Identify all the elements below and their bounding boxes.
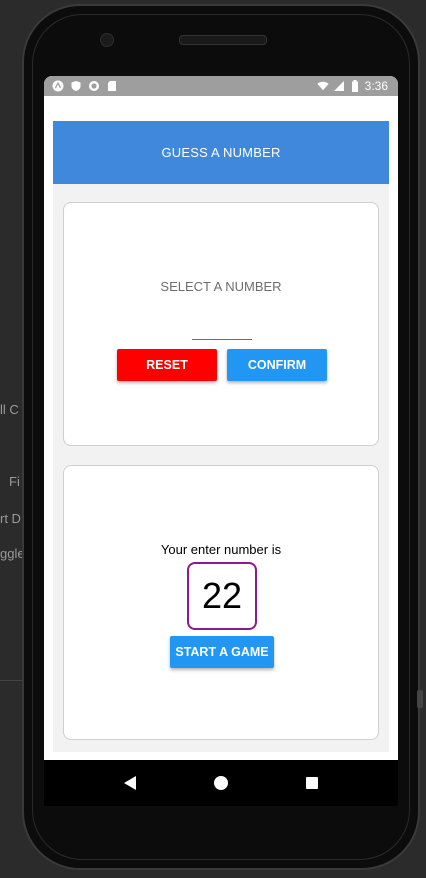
background-text: ggle <box>0 546 25 561</box>
page-title: GUESS A NUMBER <box>161 145 281 160</box>
shield-icon <box>70 80 82 92</box>
result-card: Your enter number is 22 START A GAME <box>63 465 379 740</box>
sdcard-icon <box>106 80 118 92</box>
back-icon[interactable] <box>120 773 140 793</box>
background-text: Fi <box>9 474 20 489</box>
camera-icon <box>100 33 114 47</box>
main-content: SELECT A NUMBER RESET CONFIRM Your enter… <box>53 184 389 752</box>
reset-button[interactable]: RESET <box>117 349 217 381</box>
app-header: GUESS A NUMBER <box>53 121 389 184</box>
phone-screen: 3:36 GUESS A NUMBER SELECT A NUMBER RESE… <box>44 76 398 760</box>
battery-icon <box>349 80 361 92</box>
navigation-bar <box>44 760 398 806</box>
select-number-card: SELECT A NUMBER RESET CONFIRM <box>63 202 379 446</box>
side-button[interactable] <box>417 690 423 708</box>
speaker-grille <box>179 35 267 45</box>
confirm-button[interactable]: CONFIRM <box>227 349 327 381</box>
background-text: ll C <box>0 402 19 417</box>
start-game-button[interactable]: START A GAME <box>170 636 274 668</box>
signal-icon <box>333 80 345 92</box>
status-bar: 3:36 <box>44 76 398 96</box>
entered-number-label: Your enter number is <box>160 542 282 557</box>
status-time: 3:36 <box>364 79 388 93</box>
wifi-icon <box>317 80 329 92</box>
home-icon[interactable] <box>211 773 231 793</box>
background-text: rt D <box>0 511 21 526</box>
select-number-label: SELECT A NUMBER <box>160 279 282 294</box>
entered-number-display: 22 <box>187 562 257 630</box>
android-icon <box>52 80 64 92</box>
recents-icon[interactable] <box>302 773 322 793</box>
circle-icon <box>88 80 100 92</box>
number-input[interactable] <box>192 319 252 340</box>
